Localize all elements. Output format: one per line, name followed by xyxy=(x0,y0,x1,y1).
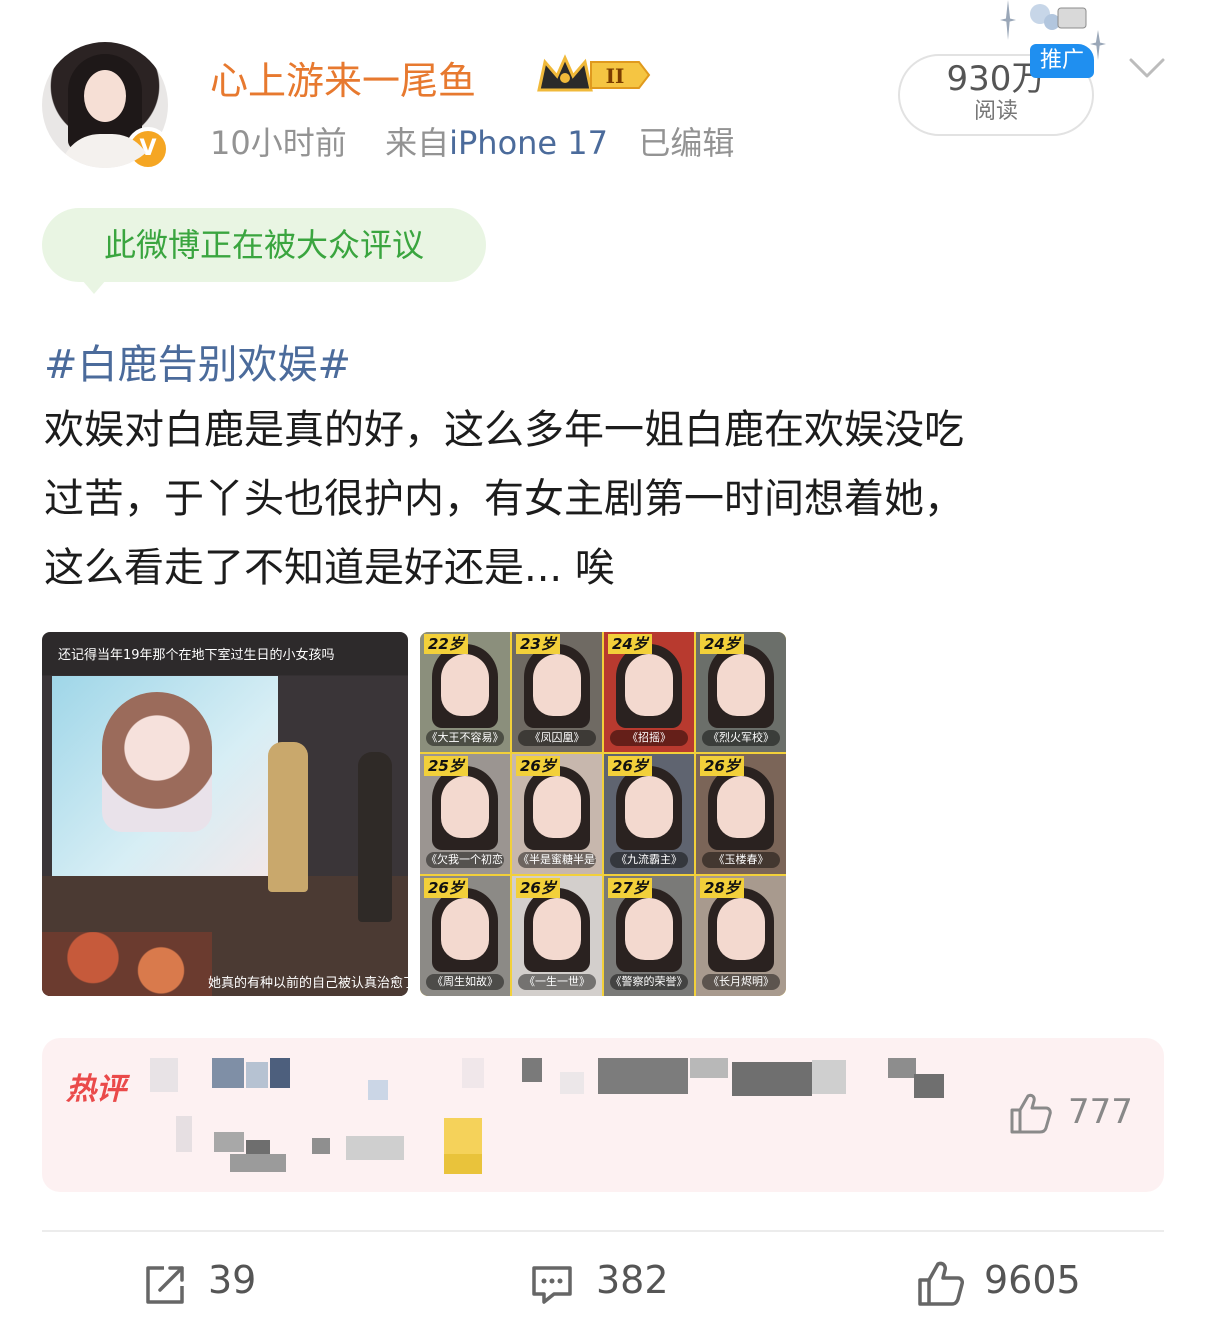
crown-level-icon[interactable]: II xyxy=(535,52,653,98)
role-age: 26岁 xyxy=(516,878,560,898)
comment-count[interactable]: 382 xyxy=(596,1258,669,1302)
blurred-block xyxy=(368,1080,388,1100)
comment-icon[interactable] xyxy=(530,1264,574,1306)
role-grid: 22岁 《大王不容易》 23岁 《凤囚凰》 24岁 《招摇》 24岁 《烈火军校》 25岁 《欠我… xyxy=(420,632,786,996)
blurred-block xyxy=(522,1058,542,1082)
role-title: 《凤囚凰》 xyxy=(518,730,596,746)
blurred-block xyxy=(214,1132,244,1152)
role-age: 22岁 xyxy=(424,634,468,654)
role-age: 28岁 xyxy=(700,878,744,898)
blurred-block xyxy=(598,1058,688,1094)
role-tile: 26岁《半是蜜糖半是伤》 xyxy=(512,754,602,874)
post-image-2[interactable]: 22岁 《大王不容易》 23岁 《凤囚凰》 24岁 《招摇》 24岁 《烈火军校》 25岁 《欠我… xyxy=(420,632,786,996)
discussion-banner[interactable]: 此微博正在被大众评议 xyxy=(42,208,486,282)
role-title: 《长月烬明》 xyxy=(702,974,780,990)
read-label: 阅读 xyxy=(973,99,1018,124)
blurred-block xyxy=(212,1058,244,1088)
hot-comment-likes: 777 xyxy=(1068,1092,1133,1132)
repost-icon[interactable] xyxy=(144,1264,186,1306)
role-age: 26岁 xyxy=(700,756,744,776)
role-age: 24岁 xyxy=(700,634,744,654)
blurred-block xyxy=(176,1116,192,1152)
role-tile: 24岁《招摇》 xyxy=(604,632,694,752)
role-tile: 26岁《一生一世》 xyxy=(512,876,602,996)
source-prefix: 来自 xyxy=(385,124,450,162)
author-name[interactable]: 心上游来一尾鱼 xyxy=(210,50,476,105)
repost-count[interactable]: 39 xyxy=(208,1258,256,1302)
blurred-block xyxy=(914,1074,944,1098)
blurred-block xyxy=(888,1058,916,1078)
role-tile: 22岁《大王不容易》 xyxy=(420,632,510,752)
role-tile: 26岁《玉楼春》 xyxy=(696,754,786,874)
hot-comment-label: 热评 xyxy=(66,1072,126,1107)
role-age: 27岁 xyxy=(608,878,652,898)
role-tile: 23岁《凤囚凰》 xyxy=(512,632,602,752)
post-source[interactable]: iPhone 17 xyxy=(449,124,608,162)
thumbs-up-icon[interactable] xyxy=(1008,1092,1052,1134)
blurred-block xyxy=(346,1136,404,1160)
role-tile: 28岁《长月烬明》 xyxy=(696,876,786,996)
post-meta: 10小时前 来自iPhone 17 已编辑 xyxy=(210,118,734,164)
role-tile: 25岁《欠我一个初恋》 xyxy=(420,754,510,874)
role-title: 《九流霸主》 xyxy=(610,852,688,868)
role-age: 26岁 xyxy=(424,878,468,898)
post-text-line: 欢娱对白鹿是真的好，这么多年一姐白鹿在欢娱没吃 xyxy=(44,407,964,453)
role-age: 23岁 xyxy=(516,634,560,654)
blurred-block xyxy=(246,1062,268,1088)
role-tile: 26岁《周生如故》 xyxy=(420,876,510,996)
role-age: 26岁 xyxy=(608,756,652,776)
blurred-block xyxy=(150,1058,178,1092)
role-title: 《烈火军校》 xyxy=(702,730,780,746)
blurred-block xyxy=(270,1058,290,1088)
blurred-block xyxy=(462,1058,484,1088)
blurred-block xyxy=(444,1118,482,1154)
blurred-block xyxy=(312,1138,330,1154)
role-title: 《玉楼春》 xyxy=(702,852,780,868)
role-title: 《周生如故》 xyxy=(426,974,504,990)
level-badge-text: II xyxy=(606,64,625,88)
topic-hashtag[interactable]: #白鹿告别欢娱# xyxy=(44,332,351,390)
promo-badge[interactable]: 推广 xyxy=(1030,44,1095,78)
role-tile: 27岁《警察的荣誉》 xyxy=(604,876,694,996)
blurred-block xyxy=(732,1062,812,1096)
role-title: 《一生一世》 xyxy=(518,974,596,990)
divider xyxy=(42,1230,1164,1232)
blurred-block xyxy=(690,1058,728,1078)
blurred-block xyxy=(812,1060,846,1094)
edited-label[interactable]: 已编辑 xyxy=(638,124,734,162)
chevron-down-icon[interactable] xyxy=(1128,56,1166,82)
thumbs-up-icon[interactable] xyxy=(916,1260,964,1306)
role-age: 26岁 xyxy=(516,756,560,776)
role-title: 《大王不容易》 xyxy=(426,730,504,746)
blurred-block xyxy=(230,1154,286,1172)
role-tile: 24岁《烈火军校》 xyxy=(696,632,786,752)
post-image-1[interactable]: 还记得当年19年那个在地下室过生日的小女孩吗 她真的有种以前的自己被认真治愈了 xyxy=(42,632,408,996)
post-time: 10小时前 xyxy=(210,124,347,162)
post-text-line: 过苦，于丫头也很护内，有女主剧第一时间想着她， xyxy=(44,476,964,522)
role-title: 《欠我一个初恋》 xyxy=(426,852,504,868)
role-title: 《招摇》 xyxy=(610,730,688,746)
image-caption-top: 还记得当年19年那个在地下室过生日的小女孩吗 xyxy=(58,648,335,663)
role-title: 《半是蜜糖半是伤》 xyxy=(518,852,596,868)
role-tile: 26岁《九流霸主》 xyxy=(604,754,694,874)
like-count[interactable]: 9605 xyxy=(984,1258,1081,1302)
role-age: 25岁 xyxy=(424,756,468,776)
role-age: 24岁 xyxy=(608,634,652,654)
blurred-block xyxy=(560,1072,584,1094)
post-text-line: 这么看走了不知道是好还是... 唉 xyxy=(44,545,615,591)
image-caption-bottom: 她真的有种以前的自己被认真治愈了 xyxy=(208,976,408,991)
role-title: 《警察的荣誉》 xyxy=(610,974,688,990)
blurred-block xyxy=(444,1154,482,1174)
post-text: 欢娱对白鹿是真的好，这么多年一姐白鹿在欢娱没吃 过苦，于丫头也很护内，有女主剧第… xyxy=(44,396,1154,603)
